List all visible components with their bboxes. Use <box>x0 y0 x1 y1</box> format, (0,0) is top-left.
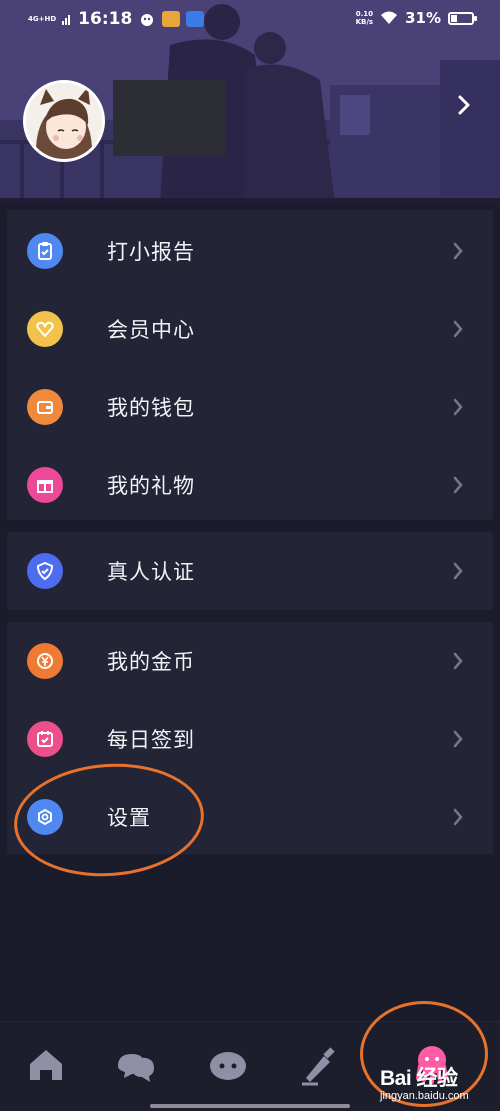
clipboard-icon <box>27 233 63 269</box>
network-speed: 0.10 KB/s <box>355 10 374 26</box>
profile-header[interactable]: 4G+HD 16:18 0.10 KB/s 31% <box>0 0 500 205</box>
message-notification-icon <box>186 11 205 27</box>
status-bar: 4G+HD 16:18 0.10 KB/s 31% <box>0 0 500 38</box>
coin-icon <box>27 643 63 679</box>
nav-bottle[interactable] <box>296 1040 344 1088</box>
home-icon <box>30 1050 62 1080</box>
username-redacted <box>113 80 225 156</box>
gift-icon <box>27 467 63 503</box>
menu-item-real-person-verification[interactable]: 真人认证 <box>7 532 493 610</box>
message-bottle-icon <box>302 1047 335 1086</box>
menu-item-daily-checkin[interactable]: 每日签到 <box>7 700 493 778</box>
menu-item-label: 每日签到 <box>107 728 195 752</box>
nav-chat[interactable] <box>112 1040 160 1088</box>
battery-icon <box>448 11 477 25</box>
watermark-main: Bai 经验 <box>380 1067 458 1090</box>
signal-icon <box>62 15 71 25</box>
baidu-jingyan-watermark: Bai 经验 jingyan.baidu.com <box>380 1062 500 1106</box>
menu-item-label: 我的礼物 <box>107 474 195 498</box>
chevron-right-icon <box>453 808 463 826</box>
menu-item-label: 真人认证 <box>107 560 195 584</box>
avatar-illustration <box>26 83 102 159</box>
menu-item-label: 我的钱包 <box>107 396 195 420</box>
nav-home[interactable] <box>22 1040 70 1088</box>
vip-heart-icon <box>27 311 63 347</box>
menu-item-report[interactable]: 打小报告 <box>7 212 493 290</box>
shield-check-icon <box>27 553 63 589</box>
weibo-notification-icon <box>162 11 181 27</box>
avatar[interactable] <box>23 80 105 162</box>
chevron-right-icon <box>453 730 463 748</box>
chevron-right-icon <box>453 476 463 494</box>
watermark-url: jingyan.baidu.com <box>380 1090 469 1102</box>
menu-item-gifts[interactable]: 我的礼物 <box>7 446 493 524</box>
menu-item-label: 打小报告 <box>107 240 195 264</box>
chevron-right-icon <box>453 562 463 580</box>
nav-planet[interactable] <box>204 1040 252 1088</box>
menu-item-vip-center[interactable]: 会员中心 <box>7 290 493 368</box>
app-notification-icon <box>141 14 154 26</box>
menu-item-wallet[interactable]: 我的钱包 <box>7 368 493 446</box>
status-time: 16:18 <box>78 9 133 29</box>
menu-card-primary: 打小报告 会员中心 我的钱包 我的礼物 <box>7 210 493 520</box>
chevron-right-icon <box>453 320 463 338</box>
profile-chevron-right-icon[interactable] <box>458 95 470 115</box>
home-indicator[interactable] <box>150 1104 350 1108</box>
menu-item-label: 我的金币 <box>107 650 195 674</box>
chevron-right-icon <box>453 398 463 416</box>
chevron-right-icon <box>453 652 463 670</box>
battery-percent: 31% <box>405 9 441 27</box>
wallet-icon <box>27 389 63 425</box>
network-indicator: 4G+HD <box>28 15 57 23</box>
wifi-icon <box>381 11 398 24</box>
chevron-right-icon <box>453 242 463 260</box>
menu-item-label: 会员中心 <box>107 318 195 342</box>
menu-card-verification: 真人认证 <box>7 532 493 610</box>
planet-face-icon <box>210 1052 246 1080</box>
calendar-check-icon <box>27 721 63 757</box>
chat-bubbles-icon <box>118 1054 154 1082</box>
menu-item-coins[interactable]: 我的金币 <box>7 622 493 700</box>
